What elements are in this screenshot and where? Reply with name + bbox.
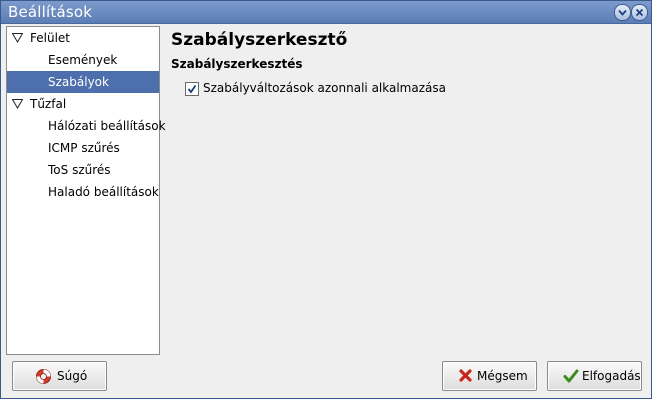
tree-item-tos-szures[interactable]: ToS szűrés [7,159,159,181]
cancel-button[interactable]: Mégsem [442,361,537,391]
tree-item-tuzfal[interactable]: Tűzfal [7,93,159,115]
tree-item-label: ICMP szűrés [48,141,120,155]
expanded-triangle-icon[interactable] [12,33,23,43]
accept-button-label: Elfogadás [582,369,641,383]
settings-tree: Felület Események Szabályok Tűzfal Hálóz… [6,26,166,355]
tree-item-label: Hálózati beállítások [48,119,166,133]
lifebuoy-icon [36,369,51,384]
window-title: Beállítások [8,3,93,21]
tree-item-icmp-szures[interactable]: ICMP szűrés [7,137,159,159]
tree-item-szabalyok[interactable]: Szabályok [7,71,159,93]
expanded-triangle-icon[interactable] [12,99,23,109]
close-icon [635,8,644,17]
window-close-button[interactable] [631,4,648,21]
apply-immediately-label[interactable]: Szabályváltozások azonnali alkalmazása [203,81,446,95]
checkmark-icon [187,84,197,94]
tree-item-halozati-beallitasok[interactable]: Hálózati beállítások [7,115,166,137]
cancel-x-icon [459,369,472,382]
tree-item-label: ToS szűrés [48,163,111,177]
window-menu-button[interactable] [614,4,631,21]
title-bar[interactable]: Beállítások [1,1,651,24]
tree-item-label: Haladó beállítások [48,185,159,199]
tree-item-felulet[interactable]: Felület [7,27,159,49]
section-title: Szabályszerkesztés [171,57,303,71]
tree-item-esemenyek[interactable]: Események [7,49,159,71]
chevron-down-icon [618,9,627,16]
tree-item-label: Felület [30,31,70,45]
tree-item-label: Tűzfal [30,97,67,111]
help-button[interactable]: Súgó [12,361,107,391]
checkmark-icon [563,369,579,383]
page-title: Szabályszerkesztő [171,30,348,50]
tree-item-halado-beallitasok[interactable]: Haladó beállítások [7,181,159,203]
help-button-label: Súgó [57,369,88,383]
settings-window: Beállítások Felület Események Szabályok [0,0,652,399]
apply-immediately-checkbox[interactable] [185,82,199,96]
tree-item-label: Szabályok [48,75,109,89]
tree-item-label: Események [48,53,118,67]
cancel-button-label: Mégsem [477,369,528,383]
accept-button[interactable]: Elfogadás [547,361,642,391]
